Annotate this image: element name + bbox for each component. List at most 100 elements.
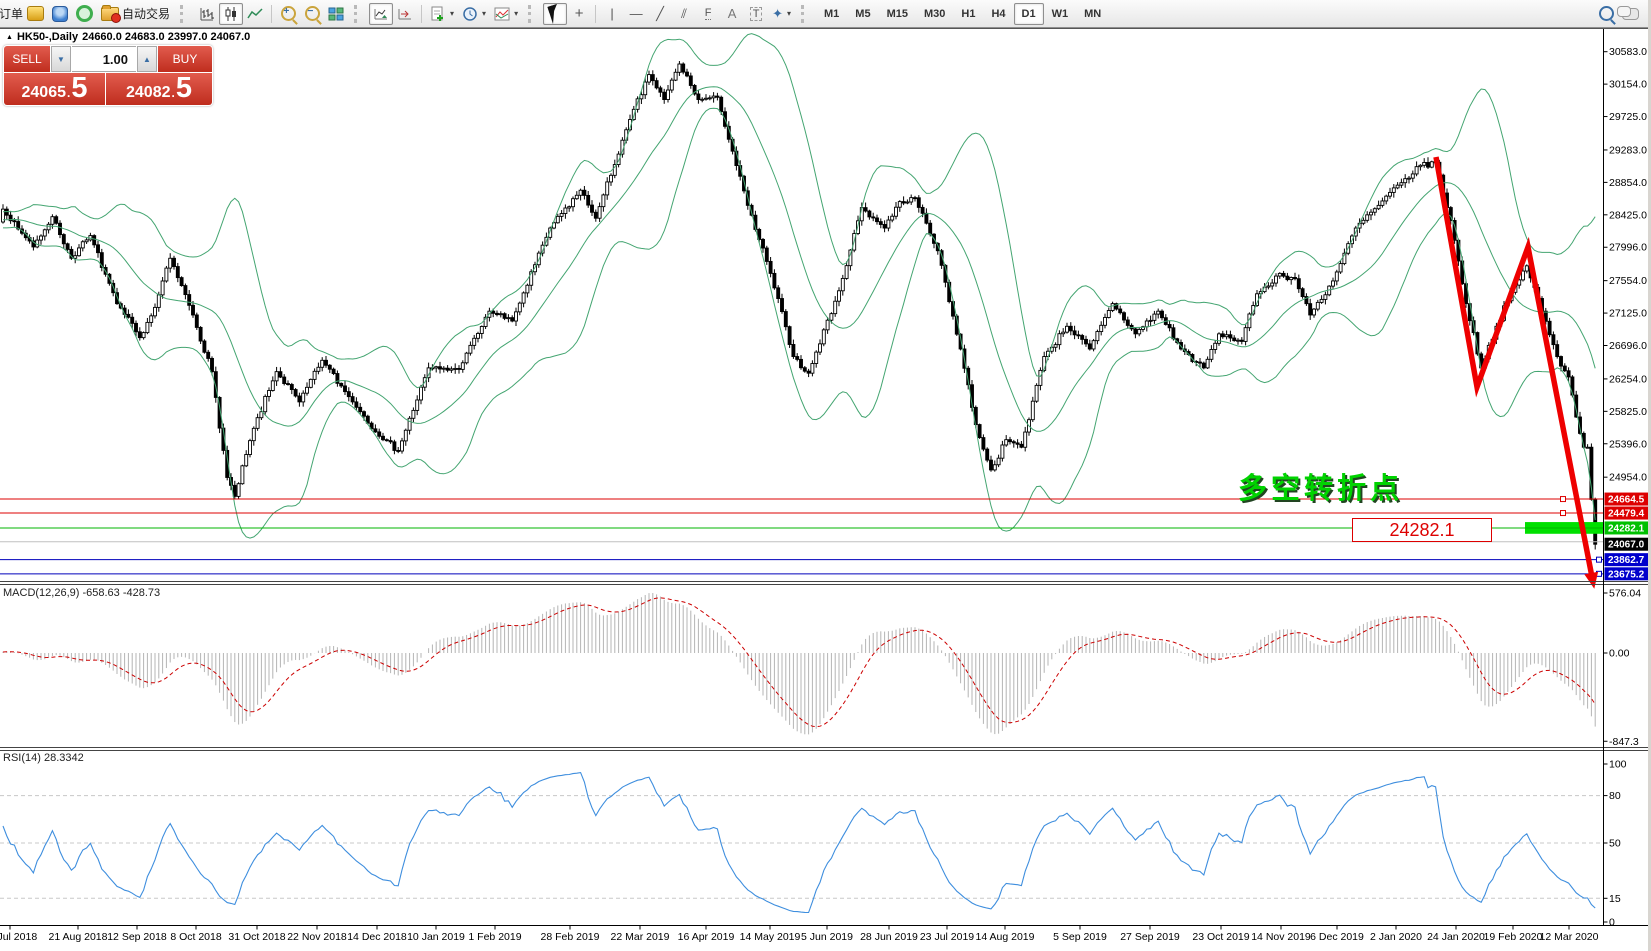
chart-canvas[interactable]: 30583.030154.029725.029283.028854.028425… [0,28,1651,951]
sell-price-pip: 5 [71,73,87,103]
rsi-pane [0,773,1603,913]
chat-button[interactable] [1618,3,1643,25]
collapse-triangle-icon[interactable]: ▲ [6,34,13,41]
macd-signal-value: -428.73 [123,587,160,599]
buy-price[interactable]: 24082.5 [106,73,212,105]
autotrading-button[interactable]: 自动交易 [97,3,174,25]
chevron-down-icon: ▾ [450,9,454,18]
price-line-badge-label: 23862.7 [1608,555,1645,566]
spin-down-icon: ▼ [57,55,65,64]
axes: 30583.030154.029725.029283.028854.028425… [0,29,1651,944]
buy-price-pip: 5 [176,73,192,103]
buy-label: BUY [173,52,198,66]
arrows-button[interactable]: ✦▾ [768,3,795,25]
line-chart-button[interactable] [243,3,267,25]
price-tick-label: 27125.0 [1609,308,1647,320]
market-watch-button[interactable] [48,3,72,25]
price-tick-label: 27554.0 [1609,275,1647,287]
price-callout-label[interactable]: 24282.1 [1352,518,1492,542]
tf-button-mn[interactable]: MN [1076,3,1109,25]
sell-button[interactable]: SELL [4,46,50,72]
indicators-button[interactable]: ▾ [426,3,458,25]
cursor-button[interactable] [543,3,567,25]
tf-button-m15[interactable]: M15 [879,3,916,25]
chart-shift-icon [397,6,413,22]
text-label-button[interactable]: T [744,3,768,25]
clock-icon [462,6,478,22]
auto-scroll-button[interactable] [369,3,393,25]
tf-label: M30 [920,8,949,20]
buy-button[interactable]: BUY [158,46,212,72]
rsi-tick-label: 80 [1609,790,1621,802]
date-label: 23 Oct 2019 [1192,931,1249,943]
price-line-badge-label: 24664.5 [1608,495,1645,506]
templates-button[interactable]: ▾ [490,3,522,25]
zoom-out-button[interactable]: − [300,3,324,25]
line-handle[interactable] [1597,557,1602,562]
price-tick-label: 26254.0 [1609,373,1647,385]
templates-icon [494,6,510,22]
candlestick-button[interactable] [219,3,243,25]
chevron-down-icon: ▾ [482,9,486,18]
line-handle[interactable] [1561,511,1566,516]
tf-label: MN [1080,8,1105,20]
mt4-window: 新订单 自动交易 + − [0,0,1651,951]
chat-icon [1622,8,1639,20]
tf-button-w1[interactable]: W1 [1044,3,1077,25]
date-label: 24 Jan 2020 [1427,931,1485,943]
fibonacci-button[interactable]: F [696,3,720,25]
trendline-icon: ╱ [656,6,664,22]
connect-button[interactable] [72,3,97,25]
trend-arrow[interactable] [1436,157,1592,577]
volume-down-button[interactable]: ▼ [51,46,71,72]
crosshair-button[interactable]: + [567,3,591,25]
one-click-trade-panel: SELL ▼ 1.00 ▲ BUY 24065.5 24082.5 [3,45,213,106]
channel-icon: ⫽ [681,6,687,22]
search-button[interactable] [1594,3,1618,25]
toolbar-separator [595,5,596,23]
charts-button[interactable] [23,3,48,25]
sell-price-main: 24065 [22,78,67,108]
bar-chart-button[interactable] [195,3,219,25]
volume-up-button[interactable]: ▲ [137,46,157,72]
date-label: 12 Mar 2020 [1540,931,1599,943]
vertical-line-button[interactable]: | [600,3,624,25]
candlestick-icon [223,6,239,22]
tf-label: H4 [987,8,1009,20]
cursor-icon [548,3,563,23]
periods-button[interactable]: ▾ [458,3,490,25]
tf-button-h4[interactable]: H4 [983,3,1013,25]
zoom-out-icon: − [305,6,320,21]
zoom-in-button[interactable]: + [276,3,300,25]
person-icon [52,6,68,22]
turning-point-annotation[interactable]: 多空转折点 [1238,465,1403,507]
spin-up-icon: ▲ [143,55,151,64]
text-button[interactable]: A [720,3,744,25]
tile-windows-button[interactable] [324,3,348,25]
chevron-down-icon: ▾ [787,9,791,18]
chart-shift-button[interactable] [393,3,417,25]
tf-button-m1[interactable]: M1 [816,3,847,25]
horizontal-line-button[interactable]: — [624,3,648,25]
rsi-tick-label: 100 [1609,759,1627,771]
new-order-button[interactable]: 新订单 [0,5,23,22]
tf-button-m5[interactable]: M5 [847,3,878,25]
new-order-label: 新订单 [0,5,23,22]
toolbar-grip [528,5,539,23]
channel-button[interactable]: ⫽ [672,3,696,25]
fibonacci-icon: F [705,7,712,20]
price-tick-label: 28425.0 [1609,209,1647,221]
line-handle[interactable] [1561,497,1566,502]
tf-button-h1[interactable]: H1 [953,3,983,25]
macd-tick-label: 576.04 [1609,587,1641,599]
tile-windows-icon [328,6,344,22]
price-tick-label: 28854.0 [1609,177,1647,189]
bollinger-middle [3,87,1595,432]
volume-input[interactable]: 1.00 [72,46,136,72]
tf-button-d1[interactable]: D1 [1014,3,1044,25]
sell-price[interactable]: 24065.5 [4,73,105,105]
tf-button-m30[interactable]: M30 [916,3,953,25]
sell-label: SELL [12,52,41,66]
date-label: 1 Feb 2019 [468,931,521,943]
trendline-button[interactable]: ╱ [648,3,672,25]
